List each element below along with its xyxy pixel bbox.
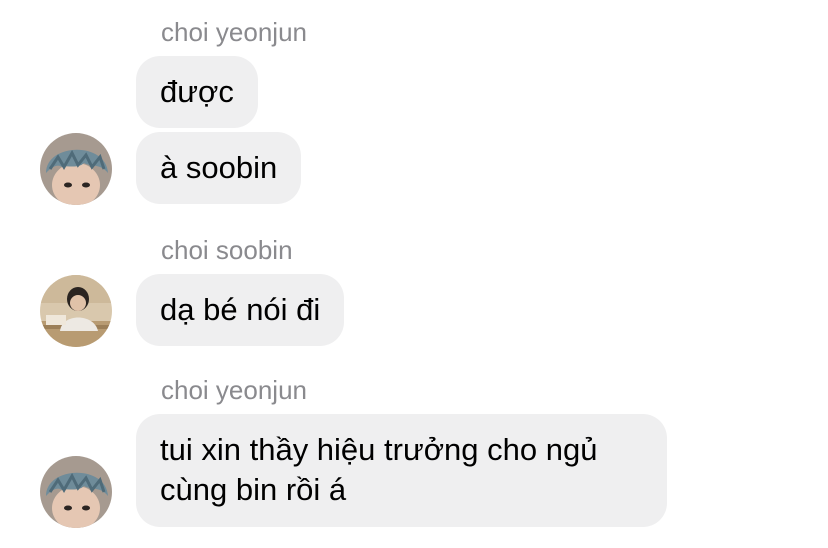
message-bubble[interactable]: được — [136, 56, 258, 128]
message-text: à soobin — [160, 150, 278, 185]
message-text: tui xin thầy hiệu trưởng cho ngủ cùng bi… — [160, 432, 598, 507]
message-bubble[interactable]: dạ bé nói đi — [136, 274, 345, 346]
avatar-photo-icon — [40, 275, 112, 347]
message-bubble[interactable]: tui xin thầy hiệu trưởng cho ngủ cùng bi… — [136, 414, 667, 527]
sender-name: choi soobin — [161, 235, 293, 265]
sender-name: choi yeonjun — [161, 17, 307, 47]
message-bubble[interactable]: à soobin — [136, 132, 302, 204]
message-text: được — [160, 74, 234, 109]
avatar-photo-icon — [40, 456, 112, 528]
sender-name: choi yeonjun — [161, 375, 307, 405]
avatar-photo-icon — [40, 133, 112, 205]
chat-thread: choi yeonjun được à soobin choi soobin d… — [0, 0, 828, 548]
message-text: dạ bé nói đi — [160, 292, 321, 327]
avatar-soobin[interactable] — [40, 275, 112, 347]
avatar-yeonjun[interactable] — [40, 133, 112, 205]
avatar-yeonjun[interactable] — [40, 456, 112, 528]
